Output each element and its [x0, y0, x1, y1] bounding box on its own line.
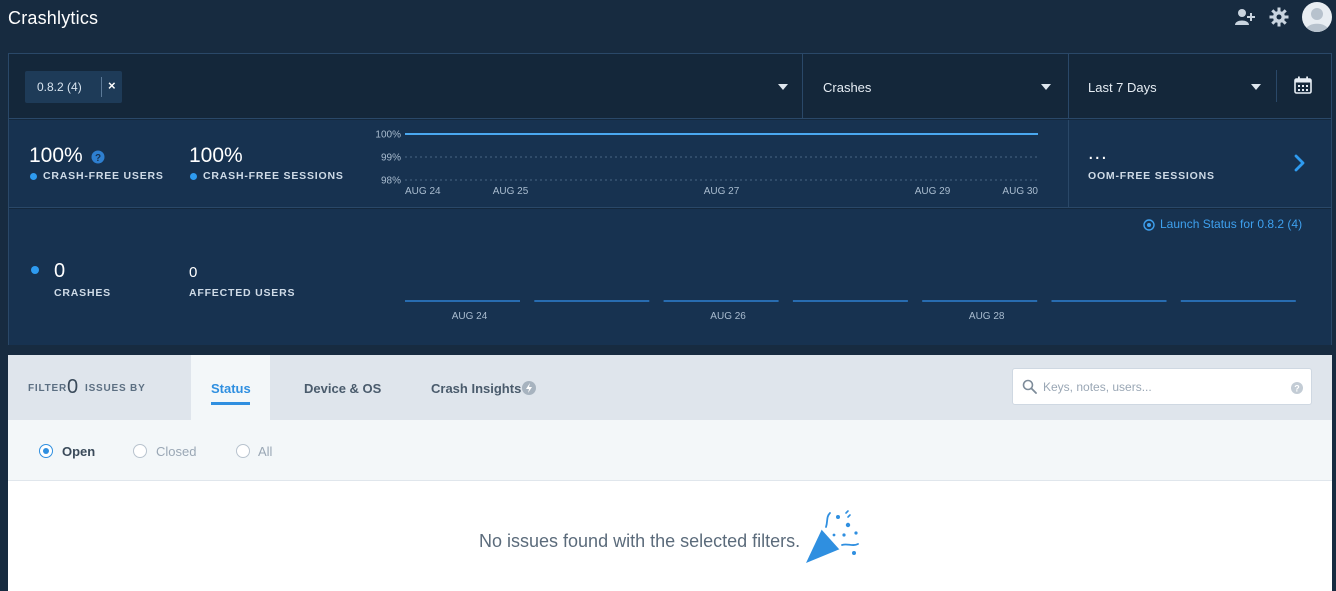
crash-free-sessions-dot — [190, 173, 197, 180]
divider — [802, 54, 803, 118]
party-popper-icon — [804, 509, 862, 570]
lightning-icon — [522, 381, 536, 398]
crash-free-users-label: CRASH-FREE USERS — [43, 170, 164, 182]
filter-suffix-label: ISSUES BY — [85, 383, 146, 394]
crash-free-users-dot — [30, 173, 37, 180]
date-range-chevron-icon[interactable] — [1251, 84, 1261, 90]
crash-stats: Launch Status for 0.8.2 (4) 0 CRASHES 0 … — [9, 209, 1331, 345]
x-tick-label: AUG 24 — [405, 186, 441, 197]
radio-open-label[interactable]: Open — [62, 444, 95, 459]
issues-section: FILTER 0 ISSUES BY Status Device & OS Cr… — [8, 355, 1332, 591]
version-chip-label: 0.8.2 (4) — [37, 80, 82, 94]
x-tick-label: AUG 26 — [710, 311, 746, 322]
crash-free-sessions-label: CRASH-FREE SESSIONS — [203, 170, 344, 182]
divider — [1068, 54, 1069, 118]
radio-open[interactable] — [39, 444, 53, 458]
x-tick-label: AUG 28 — [969, 311, 1005, 322]
search-icon — [1022, 379, 1037, 399]
svg-text:?: ? — [95, 153, 101, 164]
add-user-icon[interactable] — [1234, 7, 1256, 32]
launch-status-text: Launch Status for 0.8.2 (4) — [1160, 217, 1303, 231]
tab-device-os-label: Device & OS — [304, 381, 382, 396]
dashboard-panel: 0.8.2 (4) × Crashes Last 7 Days 100% ? C… — [8, 53, 1332, 345]
tab-crash-insights[interactable]: Crash Insights — [411, 355, 561, 420]
x-tick-label: AUG 24 — [452, 311, 488, 322]
app-title: Crashlytics — [8, 8, 99, 28]
x-tick-label: AUG 29 — [915, 186, 951, 197]
y-tick-label: 98% — [381, 176, 401, 187]
crashes-bar-chart: AUG 24 AUG 26 AUG 28 — [405, 300, 1296, 322]
issues-filter-bar: FILTER 0 ISSUES BY Status Device & OS Cr… — [8, 355, 1332, 420]
filter-bar: 0.8.2 (4) × Crashes Last 7 Days — [9, 54, 1331, 119]
filter-count: 0 — [67, 376, 79, 398]
event-type-select[interactable]: Crashes — [823, 80, 871, 95]
oom-free-sessions-label: OOM-FREE SESSIONS — [1088, 170, 1215, 182]
crashes-label: CRASHES — [54, 287, 111, 299]
search-input[interactable]: Keys, notes, users... — [1043, 380, 1152, 394]
status-filter-row: Open Closed All — [8, 420, 1332, 481]
x-tick-label: AUG 25 — [493, 186, 529, 197]
filter-prefix-label: FILTER — [28, 383, 68, 394]
search-box[interactable]: Keys, notes, users... ? — [1012, 368, 1312, 405]
empty-state-message: No issues found with the selected filter… — [479, 531, 801, 551]
affected-users-label: AFFECTED USERS — [189, 287, 296, 299]
version-dropdown-chevron-icon[interactable] — [778, 84, 788, 90]
radio-all[interactable] — [236, 444, 250, 458]
radio-all-label[interactable]: All — [258, 444, 272, 459]
x-tick-label: AUG 27 — [704, 186, 740, 197]
y-tick-label: 100% — [375, 130, 401, 141]
svg-text:?: ? — [1294, 384, 1300, 394]
oom-free-sessions-value: ... — [1088, 142, 1108, 164]
radio-closed-label[interactable]: Closed — [156, 444, 196, 459]
tab-crash-insights-label: Crash Insights — [431, 381, 522, 396]
date-range-select[interactable]: Last 7 Days — [1088, 80, 1157, 95]
gear-icon[interactable] — [1269, 7, 1289, 32]
top-bar: Crashlytics — [0, 0, 1336, 50]
chevron-right-icon[interactable] — [1294, 154, 1306, 177]
version-chip[interactable]: 0.8.2 (4) × — [25, 71, 122, 103]
divider — [1276, 70, 1277, 102]
stability-metrics: 100% ? CRASH-FREE USERS 100% CRASH-FREE … — [9, 120, 1331, 208]
calendar-icon[interactable] — [1294, 76, 1312, 99]
crashes-value: 0 — [54, 260, 66, 282]
stability-line-chart: 100% 99% 98% AUG 24 AUG 25 AUG 27 AUG 29 AUG 30 — [375, 130, 1038, 198]
help-icon[interactable]: ? — [91, 150, 105, 169]
affected-users-value: 0 — [189, 264, 198, 281]
tab-device-os[interactable]: Device & OS — [284, 355, 394, 420]
tab-status-label: Status — [211, 381, 251, 396]
oom-free-sessions[interactable]: ... OOM-FREE SESSIONS — [1068, 120, 1331, 207]
avatar[interactable] — [1302, 2, 1332, 32]
tab-status[interactable]: Status — [191, 355, 270, 420]
x-tick-label: AUG 30 — [1002, 186, 1038, 197]
crash-free-sessions-value: 100% — [189, 144, 243, 167]
chip-remove-icon[interactable]: × — [108, 78, 116, 93]
crash-free-users-value: 100% — [29, 144, 83, 167]
radio-closed[interactable] — [133, 444, 147, 458]
crashes-dot — [31, 266, 39, 274]
active-tab-indicator — [211, 402, 250, 405]
y-tick-label: 99% — [381, 153, 401, 164]
event-type-chevron-icon[interactable] — [1041, 84, 1051, 90]
chip-separator — [101, 77, 102, 97]
search-help-icon[interactable]: ? — [1291, 381, 1303, 399]
